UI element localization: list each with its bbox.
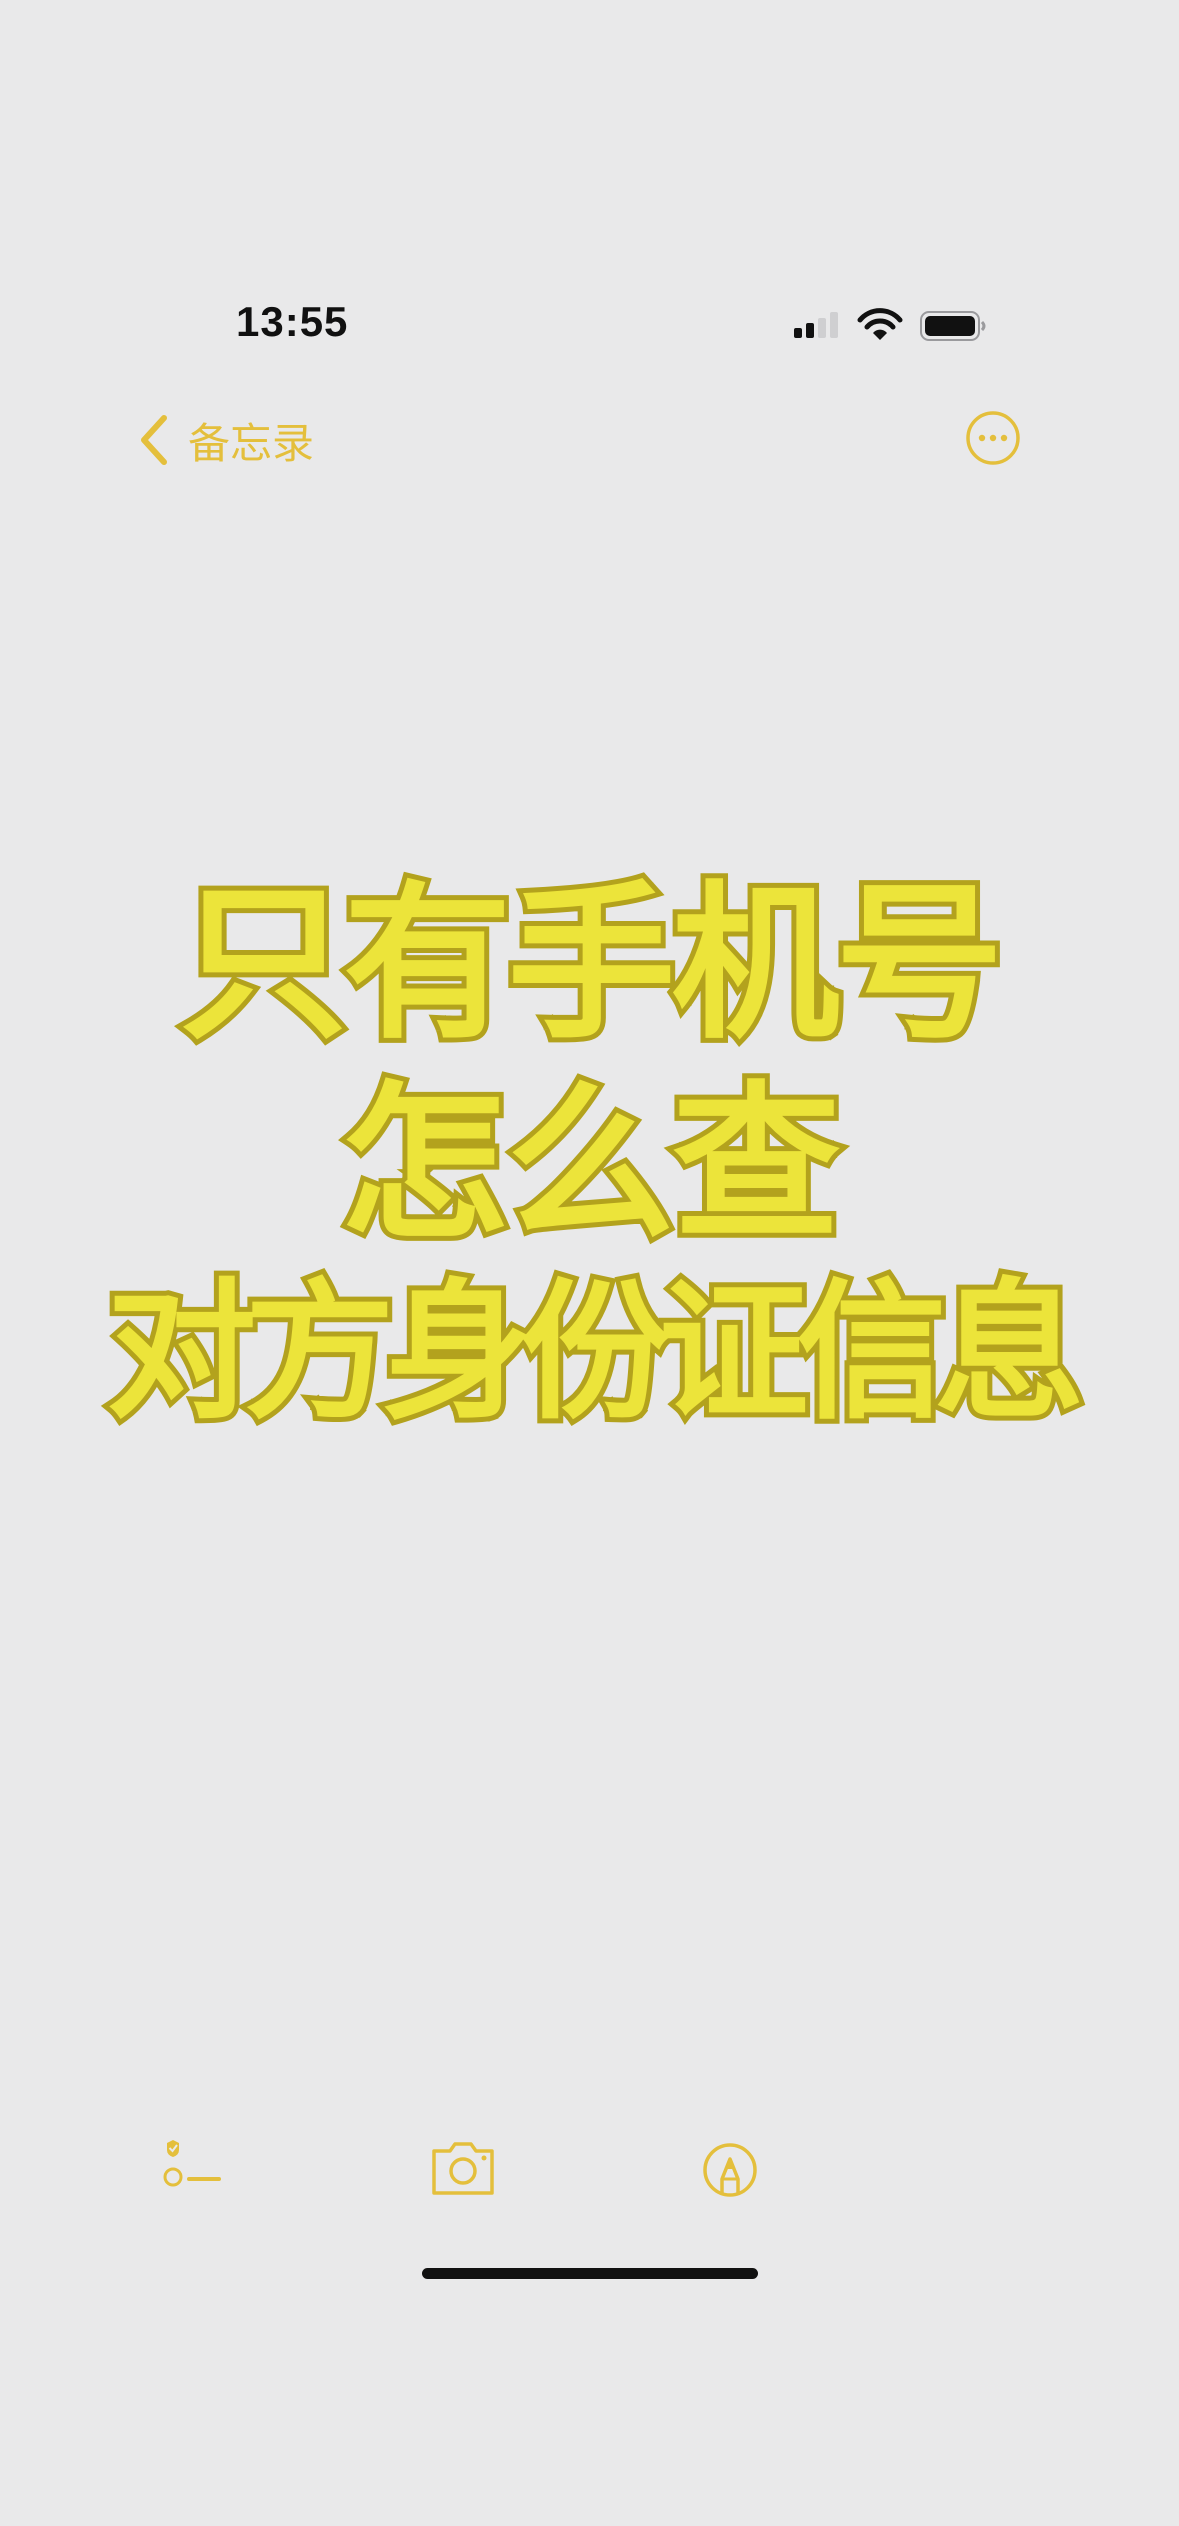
markup-icon: [703, 2143, 757, 2197]
more-button[interactable]: [964, 409, 1022, 467]
markup-button[interactable]: [695, 2135, 765, 2205]
chevron-left-icon: [141, 415, 167, 465]
note-title-line-1: 只有手机号: [175, 866, 1009, 1062]
back-label: 备忘录: [188, 418, 315, 468]
checklist-icon: [163, 2140, 221, 2187]
status-time: 13:55: [236, 298, 349, 345]
note-body[interactable]: 只有手机号 怎么查 对方身份证信息: [0, 860, 1179, 1480]
back-button[interactable]: 备忘录: [134, 408, 314, 472]
bottom-toolbar: [0, 2135, 1179, 2205]
camera-button[interactable]: [428, 2135, 498, 2205]
note-title-line-3: 对方身份证信息: [101, 1266, 1089, 1440]
camera-icon: [432, 2142, 494, 2195]
nav-bar: 备忘录: [0, 400, 1179, 480]
cellular-signal-icon: [794, 312, 838, 338]
status-icons: [790, 306, 990, 346]
status-bar: 13:55: [0, 290, 1179, 360]
checklist-button[interactable]: [155, 2135, 225, 2205]
ellipsis-circle-icon: [966, 411, 1020, 465]
wifi-icon: [857, 308, 903, 340]
note-title-line-2: 怎么查: [336, 1066, 846, 1262]
home-indicator[interactable]: [422, 2268, 758, 2279]
status-icons-svg: [794, 308, 986, 341]
battery-icon: [920, 311, 986, 341]
